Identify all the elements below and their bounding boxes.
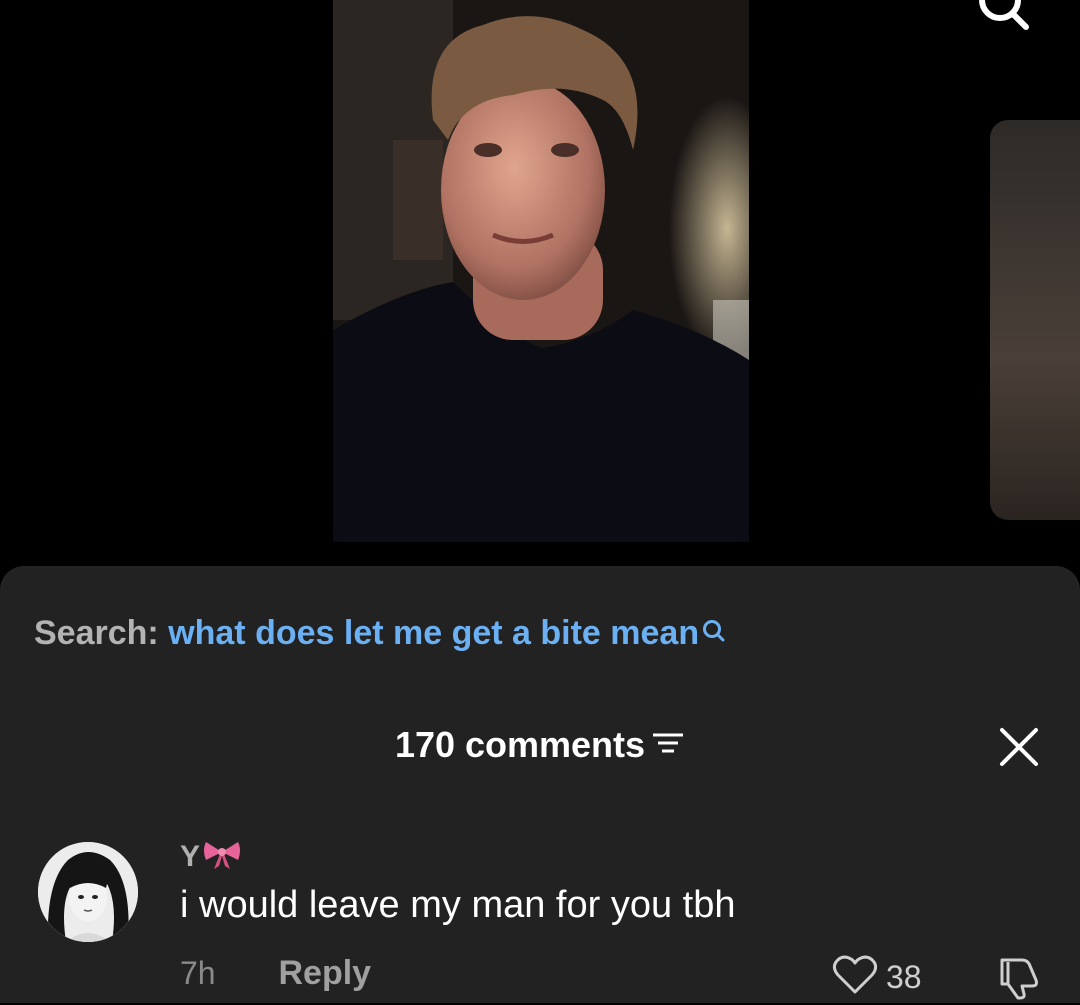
filter-icon[interactable]	[651, 726, 685, 768]
comment-username[interactable]: Y	[180, 838, 242, 878]
avatar[interactable]	[38, 842, 138, 942]
comments-header: 170 comments	[0, 724, 1080, 768]
bow-icon	[202, 838, 242, 878]
comments-count: 170 comments	[394, 724, 646, 765]
next-video-thumbnail[interactable]	[990, 120, 1080, 520]
comments-sheet: Search: what does let me get a bite mean…	[0, 566, 1080, 1003]
search-suggestion[interactable]: Search: what does let me get a bite mean	[34, 614, 727, 653]
comment-text: i would leave my man for you tbh	[180, 884, 736, 926]
reply-button[interactable]: Reply	[278, 954, 371, 992]
video-player[interactable]	[333, 0, 749, 542]
heart-icon[interactable]	[832, 954, 878, 1001]
search-icon[interactable]	[976, 0, 1030, 32]
search-query-link[interactable]: what does let me get a bite mean	[168, 614, 699, 652]
like-button[interactable]: 38	[832, 954, 922, 1001]
comment-meta: 7h Reply	[180, 954, 371, 993]
username-text: Y	[180, 839, 201, 873]
search-prefix: Search:	[34, 614, 159, 652]
video-area[interactable]	[0, 0, 1080, 575]
thumbs-down-icon[interactable]	[992, 954, 1042, 1005]
search-icon	[701, 614, 727, 653]
like-count: 38	[886, 959, 922, 995]
video-person	[333, 0, 749, 542]
comment-time: 7h	[180, 955, 216, 991]
close-icon[interactable]	[998, 726, 1040, 768]
